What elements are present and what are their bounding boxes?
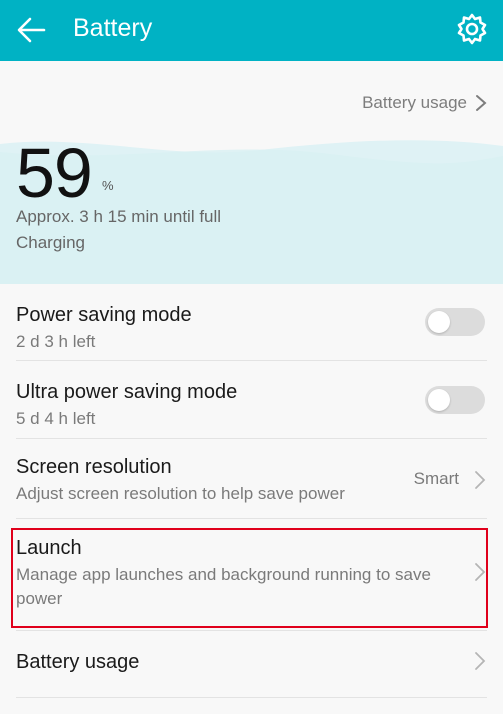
- battery-usage-link-label: Battery usage: [362, 93, 467, 112]
- divider: [16, 697, 487, 698]
- battery-percent: 59: [16, 134, 93, 212]
- toggle-knob: [428, 389, 450, 411]
- screen-resolution-subtitle: Adjust screen resolution to help save po…: [16, 484, 345, 503]
- battery-percent-unit: %: [102, 178, 114, 193]
- divider: [16, 438, 487, 439]
- launch-row[interactable]: Launch Manage app launches and backgroun…: [0, 532, 503, 624]
- power-saving-mode-subtitle: 2 d 3 h left: [16, 332, 96, 351]
- gear-icon[interactable]: [455, 12, 489, 46]
- charging-status: Charging: [16, 233, 85, 252]
- screen-resolution-value: Smart: [413, 469, 459, 488]
- divider: [16, 518, 487, 519]
- charge-time-remaining: Approx. 3 h 15 min until full: [16, 207, 222, 226]
- screen-resolution-row[interactable]: Screen resolution Adjust screen resoluti…: [0, 452, 503, 516]
- screen-resolution-title: Screen resolution: [16, 456, 172, 478]
- power-saving-mode-toggle[interactable]: [425, 308, 485, 336]
- chevron-right-icon: [475, 471, 486, 489]
- app-bar: Battery: [0, 0, 503, 61]
- launch-title: Launch: [16, 537, 82, 559]
- divider: [16, 360, 487, 361]
- battery-usage-link[interactable]: Battery usage: [362, 88, 487, 118]
- battery-usage-title: Battery usage: [16, 651, 140, 673]
- divider: [16, 630, 487, 631]
- chevron-right-icon: [475, 652, 486, 670]
- launch-subtitle: Manage app launches and background runni…: [16, 565, 431, 608]
- chevron-right-icon: [475, 563, 486, 581]
- battery-usage-row[interactable]: Battery usage: [0, 643, 503, 695]
- chevron-right-icon: [476, 95, 487, 111]
- ultra-power-saving-mode-subtitle: 5 d 4 h left: [16, 409, 96, 428]
- power-saving-mode-row[interactable]: Power saving mode 2 d 3 h left: [0, 300, 503, 360]
- page-title: Battery: [73, 14, 153, 42]
- ultra-power-saving-mode-toggle[interactable]: [425, 386, 485, 414]
- power-saving-mode-title: Power saving mode: [16, 304, 192, 326]
- toggle-knob: [428, 311, 450, 333]
- back-arrow-icon[interactable]: [14, 12, 50, 48]
- ultra-power-saving-mode-title: Ultra power saving mode: [16, 381, 238, 403]
- ultra-power-saving-mode-row[interactable]: Ultra power saving mode 5 d 4 h left: [0, 377, 503, 437]
